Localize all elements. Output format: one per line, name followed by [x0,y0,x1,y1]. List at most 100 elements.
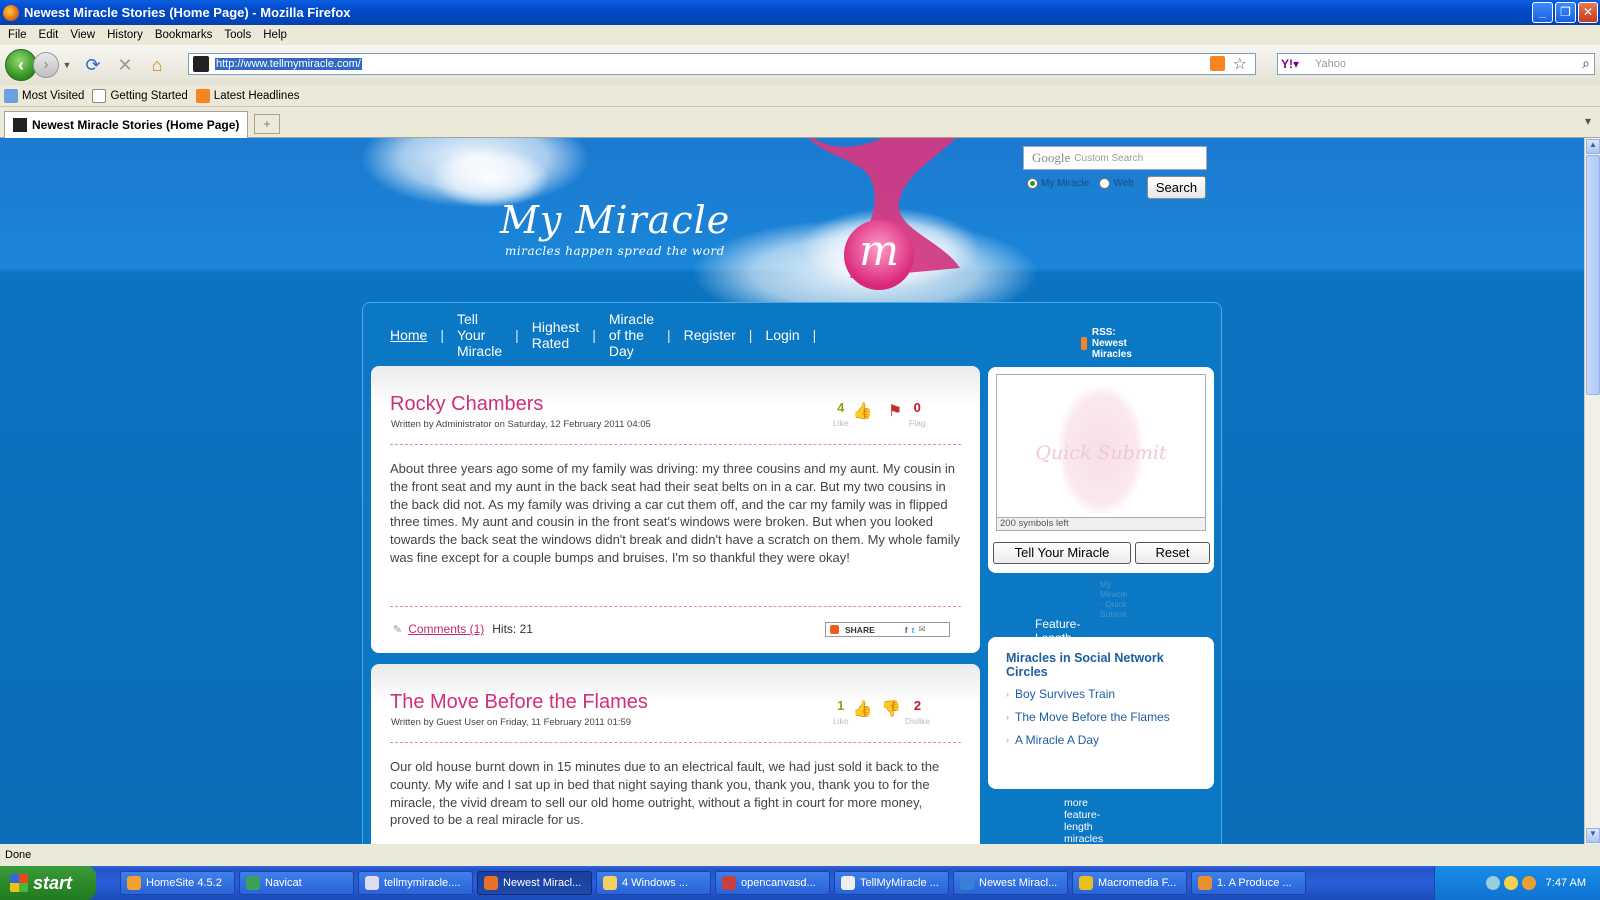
rss-newest-link[interactable]: RSS: Newest Miracles [1081,327,1139,360]
scroll-thumb[interactable] [1586,155,1600,395]
taskbar-item[interactable]: Newest Miracl... [953,871,1068,895]
history-dropdown-icon[interactable]: ▼ [62,54,72,76]
like-label: Like [833,418,849,428]
dislike-count: 2 Dislike [905,698,931,726]
site-search-input[interactable]: Google Custom Search [1023,146,1207,170]
folder-icon [4,88,18,103]
bookmark-star-icon[interactable]: ☆ [1233,54,1247,74]
vertical-scrollbar[interactable]: ▲ ▼ [1584,138,1600,844]
status-text: Done [5,849,32,861]
more-feature-link[interactable]: more feature-length miracles [1064,797,1103,845]
bookmark-latest-headlines[interactable]: Latest Headlines [195,88,299,103]
url-text[interactable]: http://www.tellmymiracle.com/ [215,58,362,70]
quick-submit-textarea[interactable]: Quick Submit [996,374,1206,531]
yahoo-engine-icon[interactable]: Y!▾ [1281,57,1299,71]
start-button[interactable]: start [0,866,96,900]
url-bar[interactable]: http://www.tellmymiracle.com/ ☆ [188,53,1256,75]
menu-help[interactable]: Help [263,29,287,41]
comments-link[interactable]: Comments (1) [408,622,484,636]
nav-home[interactable]: Home [390,327,427,343]
menu-view[interactable]: View [70,29,95,41]
radio-label-my-miracle: My Miracle [1041,178,1090,189]
like-label: Like [833,716,849,726]
nav-login[interactable]: Login [765,327,799,343]
thumbs-up-icon[interactable]: 👍 [853,401,873,421]
maximize-button[interactable]: ❐ [1555,2,1576,23]
menu-bookmarks[interactable]: Bookmarks [155,29,213,41]
divider [390,742,961,743]
tell-your-miracle-button[interactable]: Tell Your Miracle [993,542,1131,564]
taskbar-item[interactable]: 4 Windows ... [596,871,711,895]
article-body: Our old house burnt down in 15 minutes d… [390,759,940,828]
nav-miracle-of-the-day[interactable]: Miracle of the Day [609,311,654,359]
article-card: The Move Before the Flames Written by Gu… [371,664,980,854]
nav-register[interactable]: Register [684,327,736,343]
stop-icon[interactable]: ✕ [114,54,136,76]
article-body: About three years ago some of my family … [390,461,961,565]
taskbar-item[interactable]: tellmymiracle.... [358,871,473,895]
site-top-nav: Home | Tell Your Miracle | Highest Rated | … [390,311,817,359]
page-icon [92,88,107,103]
taskbar-item[interactable]: opencanvasd... [715,871,830,895]
flag-label: Flag [909,418,926,428]
symbols-left-counter: 200 symbols left [996,517,1206,531]
app-icon [1198,876,1212,890]
feature-link[interactable]: › A Miracle A Day [1006,733,1196,747]
search-bar[interactable]: Y!▾ Yahoo ⌕ [1277,53,1595,75]
taskbar-item[interactable]: TellMyMiracle ... [834,871,949,895]
menu-file[interactable]: File [8,29,27,41]
search-icon[interactable]: ⌕ [1582,55,1590,72]
search-placeholder: Yahoo [1315,58,1347,70]
flag-icon[interactable]: ⚑ [885,401,905,421]
menu-edit[interactable]: Edit [39,29,59,41]
like-count: 4 Like [833,400,849,428]
app-icon [722,876,736,890]
taskbar-item[interactable]: HomeSite 4.5.2 [120,871,235,895]
home-icon[interactable]: ⌂ [146,54,168,76]
close-button[interactable]: ✕ [1578,2,1598,23]
radio-web[interactable] [1099,178,1111,189]
menu-tools[interactable]: Tools [224,29,251,41]
quick-submit-credit[interactable]: My Miracle - Quick Submit [1100,579,1127,619]
new-tab-button[interactable]: + [254,114,280,134]
ie-icon [960,876,974,890]
bookmark-most-visited[interactable]: Most Visited [4,88,84,103]
bookmark-getting-started[interactable]: Getting Started [92,88,188,103]
like-count: 1 Like [833,698,849,726]
menu-history[interactable]: History [107,29,143,41]
taskbar-item[interactable]: 1. A Produce ... [1191,871,1306,895]
nav-tell-your-miracle[interactable]: Tell Your Miracle [457,311,502,359]
share-button[interactable]: SHARE f t ✉ [825,622,950,637]
taskbar-item-active[interactable]: Newest Miracl... [477,871,592,895]
forward-button[interactable]: › [33,52,59,78]
app-icon [1079,876,1093,890]
site-search-button[interactable]: Search [1147,176,1206,199]
thumbs-up-icon[interactable]: 👍 [853,699,873,719]
taskbar-item[interactable]: Macromedia F... [1072,871,1187,895]
app-icon [841,876,855,890]
rss-feed-icon[interactable] [1210,56,1225,71]
nav-highest-rated[interactable]: Highest Rated [532,319,579,351]
scroll-down-icon[interactable]: ▼ [1586,828,1600,843]
article-title[interactable]: The Move Before the Flames [390,691,648,714]
tab-list-icon[interactable]: ▾ [1578,114,1598,134]
folder-icon [603,876,617,890]
radio-my-miracle[interactable] [1027,178,1038,189]
taskbar-item[interactable]: Navicat [239,871,354,895]
site-logo[interactable]: My Miracle [500,198,730,242]
tray-app-icon[interactable] [1521,876,1536,890]
tray-app-icon[interactable] [1503,876,1518,890]
minimize-button[interactable]: _ [1532,2,1553,23]
feature-link[interactable]: › The Move Before the Flames [1006,710,1196,724]
network-icon[interactable] [1485,876,1500,890]
clock[interactable]: 7:47 AM [1546,877,1586,889]
feature-title[interactable]: Miracles in Social Network Circles [1006,651,1196,679]
article-title[interactable]: Rocky Chambers [390,393,543,416]
reset-button[interactable]: Reset [1135,542,1210,564]
thumbs-down-icon[interactable]: 👎 [881,699,901,719]
site-search-placeholder: Custom Search [1074,152,1144,164]
feature-link[interactable]: › Boy Survives Train [1006,687,1196,701]
tab-newest-miracle-stories[interactable]: Newest Miracle Stories (Home Page) [4,111,248,138]
scroll-up-icon[interactable]: ▲ [1586,139,1600,154]
reload-icon[interactable]: ⟳ [82,54,104,76]
